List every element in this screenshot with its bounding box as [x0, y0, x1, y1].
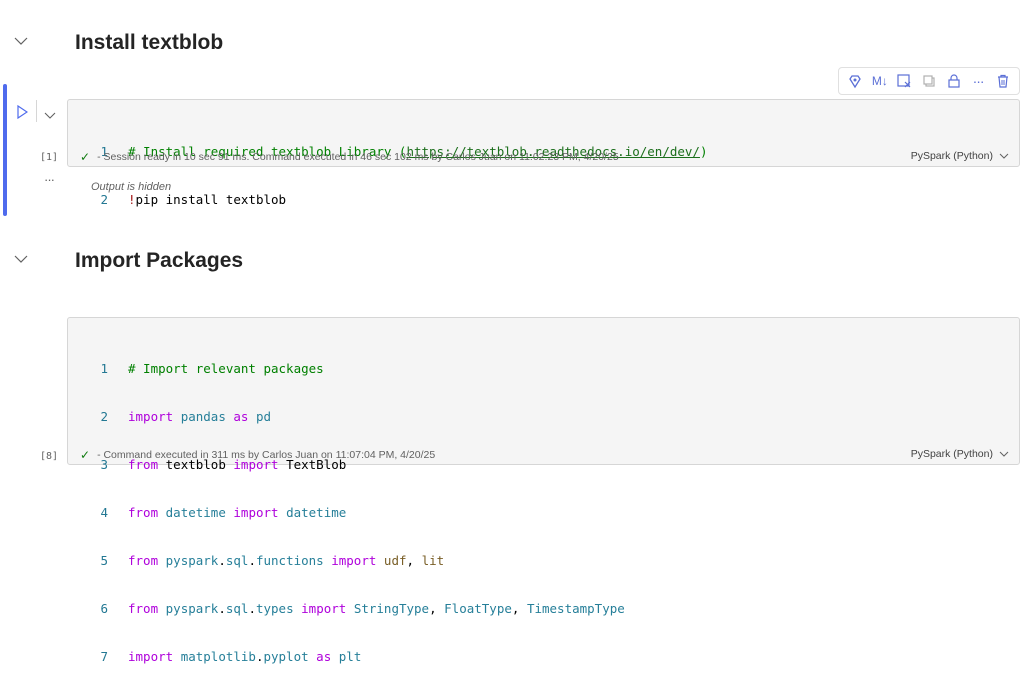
output-hidden-label: Output is hidden — [91, 181, 172, 193]
status-text: - Session ready in 10 sec 91 ms. Command… — [97, 151, 619, 163]
language-label: PySpark (Python) — [910, 150, 993, 162]
punct: , — [406, 553, 422, 568]
cell-status: ✓ - Command executed in 311 ms by Carlos… — [80, 448, 435, 462]
code-line: 6 from pyspark.sql.types import StringTyp… — [68, 601, 625, 617]
delete-icon[interactable] — [993, 71, 1013, 91]
collapse-section-icon[interactable] — [14, 254, 28, 264]
comment-text: ) — [699, 144, 708, 159]
markdown-label: M↓ — [871, 74, 888, 88]
alias: plt — [338, 649, 362, 664]
control-divider — [36, 100, 37, 122]
module-name: matplotlib — [180, 649, 256, 664]
function-name: udf — [383, 553, 407, 568]
code-line: 1 # Import relevant packages — [68, 361, 625, 377]
code-line: 4 from datetime import datetime — [68, 505, 625, 521]
execution-count: [1] — [40, 152, 59, 163]
clear-output-icon[interactable] — [894, 71, 914, 91]
language-label: PySpark (Python) — [910, 448, 993, 460]
module-name: functions — [255, 553, 324, 568]
module-name: sql — [225, 601, 249, 616]
copilot-icon[interactable] — [845, 71, 865, 91]
collapse-section-icon[interactable] — [14, 36, 28, 46]
section-heading-install: Install textblob — [75, 31, 224, 54]
code-cell-1[interactable]: 1 # Install required textblob Library (ht… — [67, 99, 1020, 207]
code-line: 7 import matplotlib.pyplot as plt — [68, 649, 625, 665]
alias: pd — [255, 409, 272, 424]
keyword: from — [128, 505, 159, 520]
module-name: sql — [225, 553, 249, 568]
chevron-down-icon — [999, 153, 1009, 159]
punct: . — [248, 601, 256, 616]
language-selector[interactable]: PySpark (Python) — [911, 150, 1009, 162]
punct: . — [218, 553, 226, 568]
line-number: 6 — [100, 601, 108, 616]
success-check-icon: ✓ — [80, 448, 91, 462]
expand-output-icon[interactable]: ··· — [44, 172, 55, 187]
code-line: 2 !pip install textblob — [68, 192, 707, 208]
module-name: pandas — [180, 409, 226, 424]
module-name: pyplot — [263, 649, 309, 664]
chevron-down-icon — [999, 451, 1009, 457]
copy-icon[interactable] — [919, 71, 939, 91]
code-cell-2[interactable]: 1 # Import relevant packages 2 import pand… — [67, 317, 1020, 664]
lock-icon[interactable] — [944, 71, 964, 91]
line-number: 5 — [100, 553, 108, 568]
line-number: 4 — [100, 505, 108, 520]
cell-toolbar: M↓ ··· — [838, 67, 1020, 95]
code-line: 2 import pandas as pd — [68, 409, 625, 425]
comment-text: # Import relevant packages — [128, 361, 324, 376]
more-label: ··· — [972, 73, 985, 89]
active-cell-indicator — [3, 84, 7, 216]
keyword: import — [128, 409, 174, 424]
punct: . — [248, 553, 256, 568]
class-name: TimestampType — [526, 601, 625, 616]
module-name: pyspark — [165, 601, 219, 616]
line-number: 2 — [100, 192, 108, 207]
success-check-icon: ✓ — [80, 150, 91, 164]
punct: , — [429, 601, 445, 616]
shell-bang: ! — [128, 192, 136, 207]
section-heading-import: Import Packages — [75, 249, 244, 272]
execution-count: [8] — [40, 451, 59, 462]
keyword: from — [128, 601, 159, 616]
module-name: types — [255, 601, 294, 616]
class-name: FloatType — [444, 601, 512, 616]
markdown-icon[interactable]: M↓ — [870, 71, 890, 91]
code-editor[interactable]: 1 # Install required textblob Library (ht… — [68, 112, 707, 240]
punct: . — [218, 601, 226, 616]
punct: , — [511, 601, 527, 616]
keyword: as — [316, 649, 332, 664]
status-text: - Command executed in 311 ms by Carlos J… — [97, 449, 436, 461]
keyword: from — [128, 553, 159, 568]
punct: . — [255, 649, 264, 664]
function-name: lit — [421, 553, 445, 568]
cell-status: ✓ - Session ready in 10 sec 91 ms. Comma… — [80, 150, 619, 164]
keyword: as — [233, 409, 249, 424]
shell-command: pip install textblob — [135, 192, 287, 207]
line-number: 2 — [100, 409, 108, 424]
line-number: 7 — [100, 649, 108, 664]
keyword: import — [331, 553, 377, 568]
language-selector[interactable]: PySpark (Python) — [911, 448, 1009, 460]
collapse-cell-icon[interactable] — [44, 107, 56, 125]
keyword: import — [301, 601, 347, 616]
class-name: StringType — [353, 601, 430, 616]
keyword: import — [233, 505, 279, 520]
run-cell-icon[interactable] — [16, 104, 29, 124]
class-name: datetime — [286, 505, 347, 520]
code-editor[interactable]: 1 # Import relevant packages 2 import pand… — [68, 329, 625, 697]
code-line: 5 from pyspark.sql.functions import udf, … — [68, 553, 625, 569]
module-name: datetime — [165, 505, 226, 520]
more-icon[interactable]: ··· — [968, 71, 988, 91]
line-number: 1 — [100, 361, 108, 376]
module-name: pyspark — [165, 553, 219, 568]
keyword: import — [128, 649, 174, 664]
